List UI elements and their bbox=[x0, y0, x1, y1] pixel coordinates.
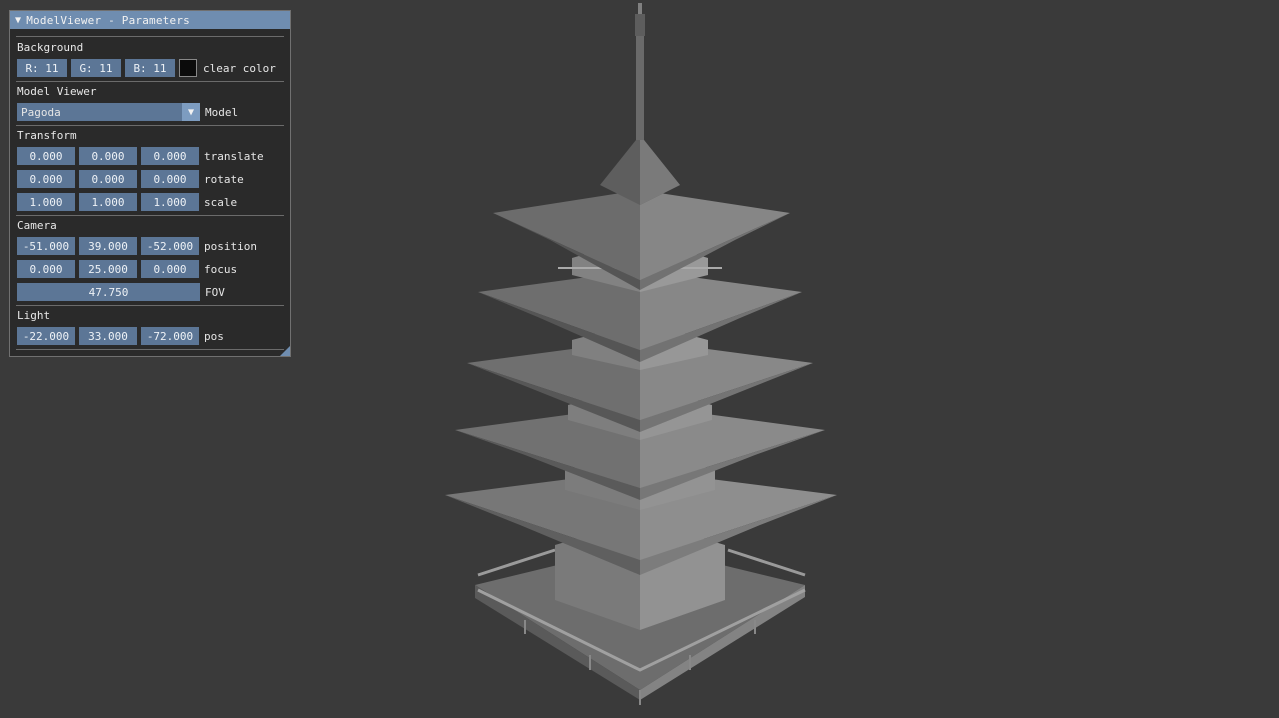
translate-row: 0.000 0.000 0.000 translate bbox=[17, 147, 264, 165]
translate-z-field[interactable]: 0.000 bbox=[141, 147, 199, 165]
clear-color-swatch[interactable] bbox=[179, 59, 197, 77]
rotate-x-field[interactable]: 0.000 bbox=[17, 170, 75, 188]
translate-label: translate bbox=[204, 149, 264, 163]
camera-position-x-field[interactable]: -51.000 bbox=[17, 237, 75, 255]
light-pos-x-field[interactable]: -22.000 bbox=[17, 327, 75, 345]
pagoda-model bbox=[445, 3, 837, 705]
fov-row: 47.750 FOV bbox=[17, 283, 225, 301]
fov-slider[interactable]: 47.750 bbox=[17, 283, 200, 301]
model-viewer-header: Model Viewer bbox=[17, 85, 97, 98]
separator bbox=[16, 349, 284, 350]
camera-focus-z-field[interactable]: 0.000 bbox=[141, 260, 199, 278]
camera-position-z-field[interactable]: -52.000 bbox=[141, 237, 199, 255]
rotate-row: 0.000 0.000 0.000 rotate bbox=[17, 170, 244, 188]
background-row: R: 11 G: 11 B: 11 clear color bbox=[17, 59, 276, 77]
camera-focus-label: focus bbox=[204, 262, 238, 276]
camera-focus-row: 0.000 25.000 0.000 focus bbox=[17, 260, 237, 278]
translate-x-field[interactable]: 0.000 bbox=[17, 147, 75, 165]
scale-row: 1.000 1.000 1.000 scale bbox=[17, 193, 237, 211]
light-pos-y-field[interactable]: 33.000 bbox=[79, 327, 137, 345]
model-dropdown[interactable]: Pagoda ▼ bbox=[17, 103, 200, 121]
model-label: Model bbox=[205, 105, 239, 119]
model-selected: Pagoda bbox=[21, 105, 61, 119]
camera-position-y-field[interactable]: 39.000 bbox=[79, 237, 137, 255]
clear-color-label: clear color bbox=[203, 61, 276, 75]
fov-label: FOV bbox=[205, 285, 225, 299]
rotate-y-field[interactable]: 0.000 bbox=[79, 170, 137, 188]
panel-title: ModelViewer - Parameters bbox=[26, 13, 190, 27]
dropdown-arrow-icon[interactable]: ▼ bbox=[182, 103, 200, 121]
camera-focus-x-field[interactable]: 0.000 bbox=[17, 260, 75, 278]
rotate-label: rotate bbox=[204, 172, 244, 186]
panel-titlebar[interactable]: ▼ ModelViewer - Parameters bbox=[10, 11, 290, 29]
scale-label: scale bbox=[204, 195, 238, 209]
transform-header: Transform bbox=[17, 129, 77, 142]
camera-focus-y-field[interactable]: 25.000 bbox=[79, 260, 137, 278]
light-pos-label: pos bbox=[204, 329, 224, 343]
translate-y-field[interactable]: 0.000 bbox=[79, 147, 137, 165]
camera-position-row: -51.000 39.000 -52.000 position bbox=[17, 237, 257, 255]
camera-position-label: position bbox=[204, 239, 257, 253]
scale-z-field[interactable]: 1.000 bbox=[141, 193, 199, 211]
scale-x-field[interactable]: 1.000 bbox=[17, 193, 75, 211]
parameters-panel[interactable]: ▼ ModelViewer - Parameters Background R:… bbox=[9, 10, 291, 357]
light-pos-z-field[interactable]: -72.000 bbox=[141, 327, 199, 345]
collapse-triangle-icon[interactable]: ▼ bbox=[15, 15, 21, 26]
separator bbox=[16, 36, 284, 37]
model-row: Pagoda ▼ Model bbox=[17, 103, 238, 121]
resize-grip-icon[interactable] bbox=[280, 346, 290, 356]
light-header: Light bbox=[17, 309, 51, 322]
background-header: Background bbox=[17, 41, 84, 54]
background-r-field[interactable]: R: 11 bbox=[17, 59, 67, 77]
background-b-field[interactable]: B: 11 bbox=[125, 59, 175, 77]
light-pos-row: -22.000 33.000 -72.000 pos bbox=[17, 327, 224, 345]
rotate-z-field[interactable]: 0.000 bbox=[141, 170, 199, 188]
scale-y-field[interactable]: 1.000 bbox=[79, 193, 137, 211]
separator bbox=[16, 81, 284, 82]
separator bbox=[16, 125, 284, 126]
separator bbox=[16, 215, 284, 216]
camera-header: Camera bbox=[17, 219, 57, 232]
background-g-field[interactable]: G: 11 bbox=[71, 59, 121, 77]
separator bbox=[16, 305, 284, 306]
